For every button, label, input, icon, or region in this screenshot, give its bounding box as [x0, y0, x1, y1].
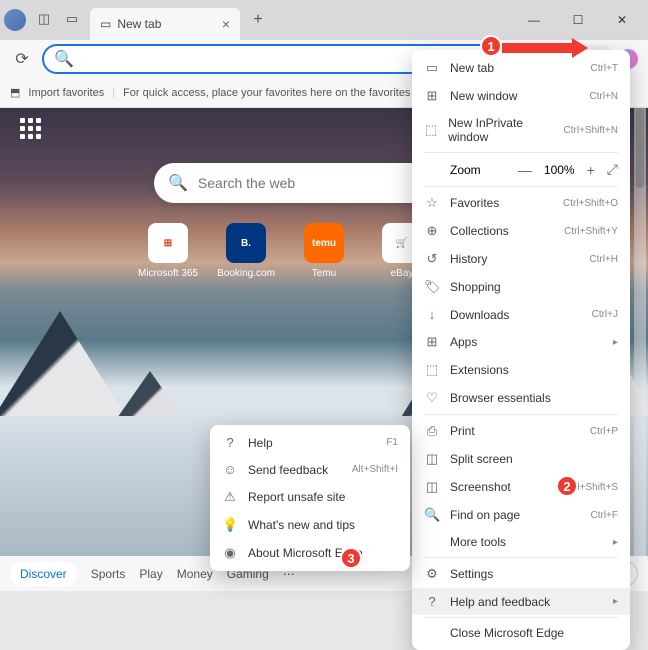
menu-help-feedback[interactable]: ?Help and feedback▸	[412, 588, 630, 615]
menu-collections[interactable]: ⊕CollectionsCtrl+Shift+Y	[412, 217, 630, 245]
minimize-button[interactable]: —	[512, 5, 556, 35]
zoom-value: 100%	[544, 163, 575, 177]
tile-label: Microsoft 365	[138, 268, 198, 279]
menu-browser-essentials[interactable]: ♡Browser essentials	[412, 384, 630, 412]
maximize-button[interactable]: ☐	[556, 5, 600, 35]
tile-icon: B.	[226, 223, 266, 263]
heart-icon: ♡	[424, 390, 440, 406]
workspaces-icon[interactable]: ◫	[34, 9, 54, 29]
new-tab-button[interactable]: +	[244, 6, 272, 34]
zoom-out-button[interactable]: —	[518, 162, 532, 178]
feedback-icon: ☺	[222, 462, 238, 477]
warning-icon: ⚠	[222, 489, 238, 505]
nav-play[interactable]: Play	[139, 567, 162, 581]
nav-discover[interactable]: Discover	[10, 562, 77, 586]
menu-zoom: Zoom — 100% + ⤢	[412, 155, 630, 184]
history-icon: ↺	[424, 251, 440, 267]
annotation-badge-1: 1	[480, 35, 502, 57]
menu-shopping[interactable]: 🏷Shopping	[412, 273, 630, 301]
tile-icon: temu	[304, 223, 344, 263]
help-icon: ?	[222, 435, 238, 450]
tile-icon: ⊞	[148, 223, 188, 263]
menu-close-edge[interactable]: Close Microsoft Edge	[412, 620, 630, 646]
menu-downloads[interactable]: ↓DownloadsCtrl+J	[412, 301, 630, 328]
annotation-badge-2: 2	[556, 475, 578, 497]
star-icon: ☆	[424, 195, 440, 211]
shopping-icon: 🏷	[424, 279, 440, 295]
close-window-button[interactable]: ✕	[600, 5, 644, 35]
submenu-send-feedback[interactable]: ☺Send feedbackAlt+Shift+I	[210, 456, 410, 483]
chevron-right-icon: ▸	[613, 596, 618, 607]
close-tab-icon[interactable]: ×	[222, 16, 230, 32]
search-icon: 🔍	[168, 173, 188, 193]
chevron-right-icon: ▸	[613, 337, 618, 348]
import-favorites-label[interactable]: Import favorites	[28, 87, 104, 99]
menu-find-on-page[interactable]: 🔍Find on pageCtrl+F	[412, 501, 630, 529]
menu-print[interactable]: ⎙PrintCtrl+P	[412, 417, 630, 445]
menu-apps[interactable]: ⊞Apps▸	[412, 328, 630, 356]
submenu-whats-new[interactable]: 💡What's new and tips	[210, 511, 410, 539]
inprivate-icon: ⬚	[424, 122, 438, 138]
annotation-arrow	[502, 40, 588, 60]
tab-icon: ▭	[424, 60, 440, 76]
favorites-hint: For quick access, place your favorites h…	[123, 87, 432, 99]
chevron-right-icon: ▸	[613, 537, 618, 548]
split-icon: ◫	[424, 451, 440, 467]
fullscreen-button[interactable]: ⤢	[607, 161, 618, 178]
menu-screenshot[interactable]: ◫ScreenshotCtrl+Shift+S	[412, 473, 630, 501]
menu-new-window[interactable]: ⊞New windowCtrl+N	[412, 82, 630, 110]
search-icon: 🔍	[54, 49, 74, 69]
menu-history[interactable]: ↺HistoryCtrl+H	[412, 245, 630, 273]
settings-and-more-menu: ▭New tabCtrl+T ⊞New windowCtrl+N ⬚New In…	[412, 50, 630, 650]
tab-actions-icon[interactable]: ▭	[62, 9, 82, 29]
collections-icon: ⊕	[424, 223, 440, 239]
zoom-in-button[interactable]: +	[587, 162, 595, 178]
menu-favorites[interactable]: ☆FavoritesCtrl+Shift+O	[412, 189, 630, 217]
titlebar: ◫ ▭ ▭ New tab × + — ☐ ✕	[0, 0, 648, 40]
menu-split-screen[interactable]: ◫Split screen	[412, 445, 630, 473]
extensions-icon: ⬚	[424, 362, 440, 378]
annotation-badge-3: 3	[340, 547, 362, 569]
tab-icon: ▭	[100, 17, 111, 31]
profile-avatar[interactable]	[4, 9, 26, 31]
tile-label: Booking.com	[216, 268, 276, 279]
tab-title: New tab	[117, 17, 161, 31]
print-icon: ⎙	[424, 423, 440, 439]
nav-sports[interactable]: Sports	[91, 567, 126, 581]
help-feedback-submenu: ?HelpF1 ☺Send feedbackAlt+Shift+I ⚠Repor…	[210, 425, 410, 571]
tile-label: Temu	[294, 268, 354, 279]
window-icon: ⊞	[424, 88, 440, 104]
submenu-report-unsafe[interactable]: ⚠Report unsafe site	[210, 483, 410, 511]
gear-icon: ⚙	[424, 566, 440, 582]
browser-tab[interactable]: ▭ New tab ×	[90, 8, 240, 40]
menu-extensions[interactable]: ⬚Extensions	[412, 356, 630, 384]
quick-link-tile[interactable]: temu Temu	[294, 223, 354, 279]
submenu-about-edge[interactable]: ◉About Microsoft Edge	[210, 539, 410, 567]
refresh-button[interactable]: ⟳	[8, 45, 36, 73]
menu-settings[interactable]: ⚙Settings	[412, 560, 630, 588]
scroll-thumb[interactable]	[636, 108, 644, 188]
scrollbar[interactable]	[634, 108, 646, 591]
quick-link-tile[interactable]: B. Booking.com	[216, 223, 276, 279]
submenu-help[interactable]: ?HelpF1	[210, 429, 410, 456]
download-icon: ↓	[424, 307, 440, 322]
apps-launcher-icon[interactable]	[20, 118, 44, 142]
menu-inprivate[interactable]: ⬚New InPrivate windowCtrl+Shift+N	[412, 110, 630, 150]
import-favorites-icon[interactable]: ⬒	[10, 86, 20, 99]
edge-icon: ◉	[222, 545, 238, 561]
apps-icon: ⊞	[424, 334, 440, 350]
screenshot-icon: ◫	[424, 479, 440, 495]
menu-more-tools[interactable]: More tools▸	[412, 529, 630, 555]
nav-money[interactable]: Money	[177, 567, 213, 581]
find-icon: 🔍	[424, 507, 440, 523]
lightbulb-icon: 💡	[222, 517, 238, 533]
quick-link-tile[interactable]: ⊞ Microsoft 365	[138, 223, 198, 279]
help-icon: ?	[424, 594, 440, 609]
